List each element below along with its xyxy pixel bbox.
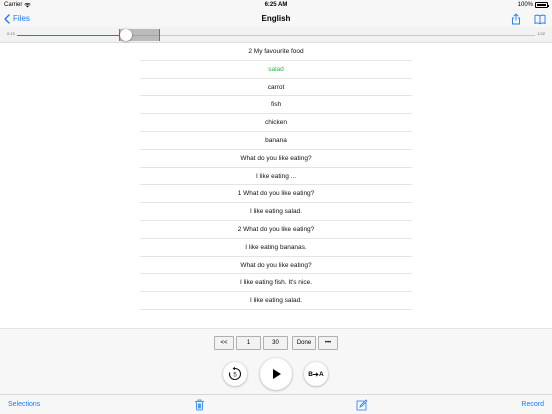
share-icon[interactable] [510, 12, 522, 25]
sentence-row[interactable]: banana [140, 132, 412, 150]
battery-indicator: 100% [517, 0, 549, 10]
navigation-bar: Files English [0, 10, 552, 27]
svg-text:5: 5 [233, 373, 237, 379]
done-button[interactable]: Done [292, 336, 316, 350]
play-button[interactable] [260, 358, 292, 390]
trash-icon[interactable] [194, 399, 205, 411]
range-start-field[interactable]: 1 [236, 336, 261, 350]
range-end-field[interactable]: 30 [263, 336, 288, 350]
previous-button[interactable]: << [214, 336, 234, 350]
battery-icon [535, 2, 549, 8]
sentence-row[interactable]: 2 What do you like eating? [140, 221, 412, 239]
sentence-list: 2 My favourite food salad carrot fish chicke… [140, 43, 412, 310]
sentence-row[interactable]: 1 What do you like eating? [140, 185, 412, 204]
replay-5-button[interactable]: 5 [223, 362, 247, 386]
sentence-row[interactable]: I like eating fish. It's nice. [140, 274, 412, 293]
bottom-toolbar: Selections Record [0, 394, 552, 414]
playback-scrubber[interactable]: 0:13 1:02 [0, 27, 552, 43]
scrubber-progress [17, 34, 126, 36]
scrubber-thumb[interactable] [119, 29, 132, 41]
ab-repeat-button[interactable]: B A [304, 362, 328, 386]
current-time: 0:13 [7, 31, 15, 36]
player-controls: << 1 30 Done ••• 5 B A [0, 328, 552, 394]
record-button[interactable]: Record [521, 395, 544, 414]
play-icon [273, 369, 281, 379]
sentence-list-container: 2 My favourite food salad carrot fish chicke… [0, 43, 552, 328]
ab-repeat-to: A [319, 370, 324, 378]
sentence-row[interactable]: fish [140, 96, 412, 115]
sentence-row[interactable]: I like eating ... [140, 168, 412, 186]
ab-repeat-icon: B A [308, 371, 323, 378]
range-controls: << 1 30 Done ••• [214, 336, 338, 350]
sentence-row[interactable]: I like eating salad. [140, 292, 412, 310]
scrubber-track[interactable] [17, 34, 535, 36]
sentence-row[interactable]: chicken [140, 114, 412, 132]
sentence-row[interactable]: What do you like eating? [140, 257, 412, 275]
battery-percent: 100% [517, 2, 533, 8]
sentence-row[interactable]: carrot [140, 79, 412, 97]
sentence-row[interactable]: What do you like eating? [140, 150, 412, 168]
selections-button[interactable]: Selections [8, 395, 40, 414]
transport-controls: 5 B A [0, 358, 552, 394]
replay-5-icon: 5 [228, 366, 242, 380]
clock: 6:25 AM [264, 2, 288, 8]
sentence-row[interactable]: I like eating salad. [140, 203, 412, 221]
sentence-row[interactable]: I like eating bananas. [140, 239, 412, 257]
sentence-row[interactable]: salad [140, 61, 412, 79]
more-button[interactable]: ••• [318, 336, 338, 350]
book-icon[interactable] [534, 13, 546, 25]
page-title: English [261, 14, 291, 23]
edit-icon[interactable] [356, 399, 367, 411]
status-bar: Carrier 6:25 AM 100% [0, 0, 552, 10]
sentence-row[interactable]: 2 My favourite food [140, 43, 412, 61]
total-time: 1:02 [537, 31, 545, 36]
